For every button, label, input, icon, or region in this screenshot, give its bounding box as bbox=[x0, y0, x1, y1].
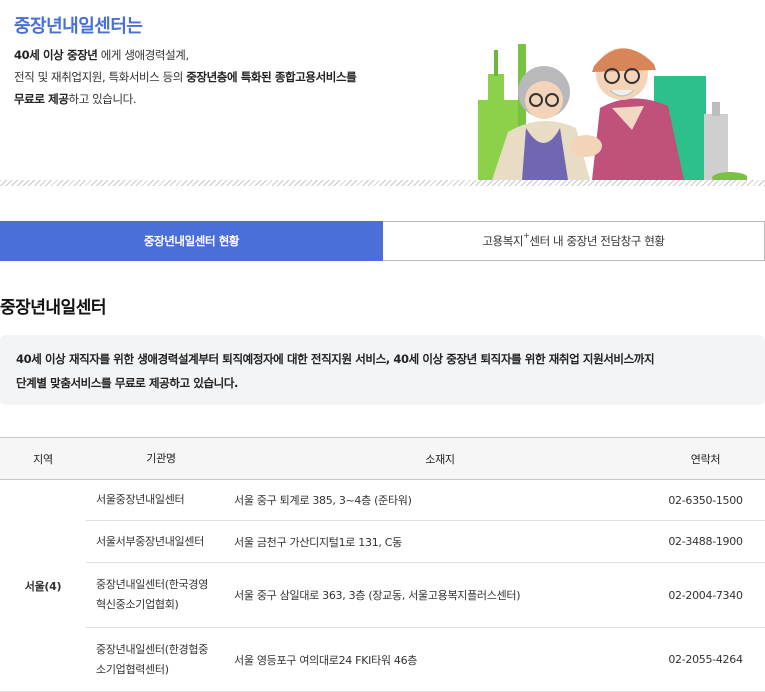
org-cell: 서울서부중장년내일센터 bbox=[86, 520, 226, 563]
intro-line-2-start: 전직 및 재취업지원, 특화서비스 등의 bbox=[14, 70, 187, 84]
senior-couple-illustration bbox=[478, 44, 747, 180]
intro-line-1: 40세 이상 중장년 에게 생애경력설계, bbox=[14, 44, 356, 66]
address-cell: 서울 영등포구 여의대로24 FKI타워 46층 bbox=[226, 627, 646, 692]
intro-line-1-rest: 에게 생애경력설계, bbox=[97, 48, 189, 62]
header-region: 지역 bbox=[0, 437, 86, 480]
tab-center-status[interactable]: 중장년내일센터 현황 bbox=[0, 221, 383, 261]
man-cap bbox=[592, 48, 656, 72]
divider-hatch bbox=[0, 180, 765, 186]
intro-section: 중장년내일센터는 40세 이상 중장년 에게 생애경력설계, 전직 및 재취업지… bbox=[0, 0, 765, 180]
intro-text: 40세 이상 중장년 에게 생애경력설계, 전직 및 재취업지원, 특화서비스 … bbox=[14, 44, 357, 110]
centers-table: 지역 기관명 소재지 연락처 서울(4) 서울중장년내일센터 서울 중구 퇴계로… bbox=[0, 437, 765, 692]
org-name-line-2: 소기업협력센터) bbox=[96, 662, 169, 676]
tab-center-status-label: 중장년내일센터 현황 bbox=[143, 234, 240, 248]
region-cell: 서울(4) bbox=[0, 479, 86, 692]
tab-label-sup: + bbox=[523, 231, 530, 241]
antenna-left bbox=[494, 50, 498, 76]
tab-employment-welfare-label: 고용복지+센터 내 중장년 전담창구 현황 bbox=[482, 231, 665, 249]
org-name-line-2: 혁신중소기업협회) bbox=[96, 598, 179, 611]
address-cell: 서울 중구 퇴계로 385, 3~4층 (준타워) bbox=[226, 479, 646, 521]
org-cell: 중장년내일센터(한국경영혁신중소기업협회) bbox=[86, 562, 226, 628]
hands bbox=[570, 135, 602, 157]
header-org: 기관명 bbox=[86, 437, 226, 480]
intro-line-3: 무료로 제공하고 있습니다. bbox=[14, 88, 356, 110]
table-row: 서울서부중장년내일센터 서울 금천구 가산디지털1로 131, C동 02-34… bbox=[0, 520, 765, 563]
header-address: 소재지 bbox=[226, 437, 646, 480]
org-name-line-1: 중장년내일센터(한국경영 bbox=[96, 578, 209, 591]
org-name-line-1: 중장년내일센터(한경협중 bbox=[96, 642, 209, 656]
tab-bar: 중장년내일센터 현황 고용복지+센터 내 중장년 전담창구 현황 bbox=[0, 221, 765, 261]
gray-building bbox=[704, 114, 728, 180]
org-name: 서울서부중장년내일센터 bbox=[96, 534, 205, 548]
address-cell: 서울 금천구 가산디지털1로 131, C동 bbox=[226, 520, 646, 563]
description-box: 40세 이상 재직자를 위한 생애경력설계부터 퇴직예정자에 대한 전직지원 서… bbox=[0, 335, 765, 405]
intro-line-3-bold: 무료로 제공 bbox=[14, 92, 69, 106]
table-row: 서울(4) 서울중장년내일센터 서울 중구 퇴계로 385, 3~4층 (준타워… bbox=[0, 479, 765, 692]
table-row: 중장년내일센터(한국경영혁신중소기업협회) 서울 중구 삼일대로 363, 3층… bbox=[0, 562, 765, 628]
intro-line-3-rest: 하고 있습니다. bbox=[68, 92, 137, 106]
table-row: 중장년내일센터(한경협중소기업협력센터) 서울 영등포구 여의대로24 FKI타… bbox=[0, 627, 765, 692]
description-line-2: 단계별 맞춤서비스를 무료로 제공하고 있습니다. bbox=[16, 376, 238, 390]
intro-line-1-bold: 40세 이상 중장년 bbox=[14, 48, 98, 62]
gray-building-top bbox=[712, 102, 720, 116]
intro-line-2-bold: 중장년층에 특화된 종합고용서비스를 bbox=[186, 70, 357, 84]
tab-label-post: 센터 내 중장년 전담창구 현황 bbox=[529, 234, 665, 248]
header-contact: 연락처 bbox=[646, 437, 765, 480]
section-title: 중장년내일센터 bbox=[0, 298, 106, 318]
intro-line-2: 전직 및 재취업지원, 특화서비스 등의 중장년층에 특화된 종합고용서비스를 bbox=[14, 66, 357, 88]
org-cell: 서울중장년내일센터 bbox=[86, 479, 226, 521]
table-header-row: 지역 기관명 소재지 연락처 bbox=[0, 437, 765, 480]
phone-cell: 02-2004-7340 bbox=[646, 562, 765, 628]
phone-cell: 02-3488-1900 bbox=[646, 520, 765, 563]
green-building-tower bbox=[488, 74, 504, 104]
phone-cell: 02-2055-4264 bbox=[646, 627, 765, 692]
phone-cell: 02-6350-1500 bbox=[646, 479, 765, 521]
tab-label-pre: 고용복지 bbox=[482, 234, 524, 248]
tab-employment-welfare-status[interactable]: 고용복지+센터 내 중장년 전담창구 현황 bbox=[383, 221, 765, 261]
address-cell: 서울 중구 삼일대로 363, 3층 (장교동, 서울고용복지플러스센터) bbox=[226, 562, 646, 628]
org-name: 서울중장년내일센터 bbox=[96, 493, 185, 506]
intro-title: 중장년내일센터는 bbox=[14, 16, 143, 37]
org-cell: 중장년내일센터(한경협중소기업협력센터) bbox=[86, 627, 226, 692]
description-line-1: 40세 이상 재직자를 위한 생애경력설계부터 퇴직예정자에 대한 전직지원 서… bbox=[16, 352, 655, 366]
